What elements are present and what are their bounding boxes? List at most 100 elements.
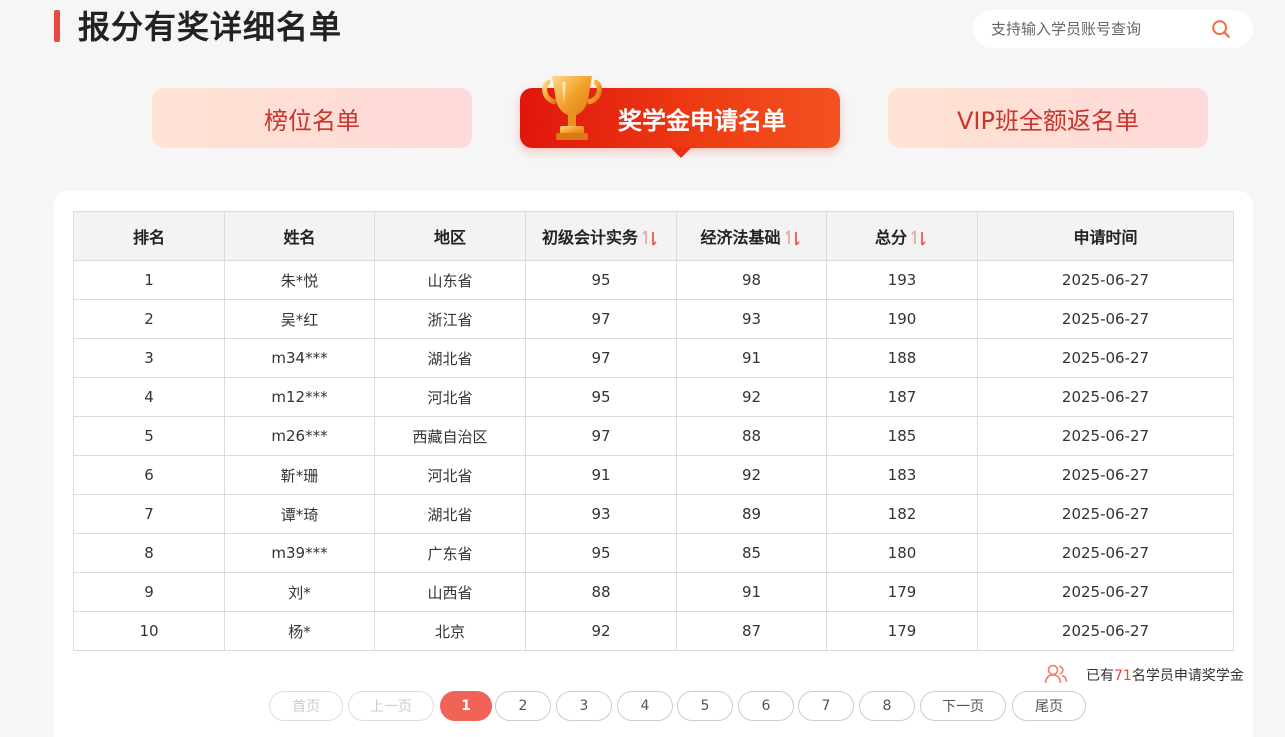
name-cell: 杨* [224, 611, 375, 651]
total-score-cell: 187 [826, 377, 978, 417]
sort-icon[interactable] [640, 228, 660, 248]
users-icon [1044, 664, 1068, 684]
name-cell: 谭*琦 [224, 494, 375, 534]
accounting-score-cell: 92 [525, 611, 677, 651]
applicant-count-text: 已有71名学员申请奖学金 [1086, 668, 1244, 684]
economic-law-score-cell: 98 [676, 260, 827, 300]
tab-label: 奖学金申请名单 [618, 106, 786, 135]
region-cell: 山西省 [374, 572, 526, 612]
page-button-2[interactable]: 2 [495, 691, 551, 721]
page-button-1[interactable]: 1 [440, 691, 492, 721]
page-button-3[interactable]: 3 [556, 691, 612, 721]
apply-time-cell: 2025-06-27 [977, 611, 1234, 651]
tab-vip-refund-list[interactable]: VIP班全额返名单 [888, 88, 1208, 148]
column-header-name: 姓名 [224, 211, 375, 261]
region-cell: 广东省 [374, 533, 526, 573]
list-card: 排名 姓名 地区 初级会计实务 经济法基础 总分 申请时间 1 朱*悦 山东省 95 9… [54, 191, 1253, 737]
name-cell: 吴*红 [224, 299, 375, 339]
total-score-cell: 188 [826, 338, 978, 378]
name-cell: m34*** [224, 338, 375, 378]
pagination: 首页 上一页 1 2 3 4 5 6 7 8 下一页 尾页 [54, 691, 1253, 723]
region-cell: 湖北省 [374, 338, 526, 378]
accounting-score-cell: 95 [525, 377, 677, 417]
economic-law-score-cell: 89 [676, 494, 827, 534]
apply-time-cell: 2025-06-27 [977, 299, 1234, 339]
tab-label: VIP班全额返名单 [957, 106, 1139, 135]
rank-cell: 6 [73, 455, 225, 495]
accounting-score-cell: 91 [525, 455, 677, 495]
apply-time-cell: 2025-06-27 [977, 533, 1234, 573]
prev-page-button[interactable]: 上一页 [348, 691, 434, 721]
apply-time-cell: 2025-06-27 [977, 260, 1234, 300]
economic-law-score-cell: 87 [676, 611, 827, 651]
column-header-apply-time: 申请时间 [977, 211, 1234, 261]
table-row: 8 m39*** 广东省 95 85 180 2025-06-27 [73, 533, 1234, 573]
accounting-score-cell: 95 [525, 260, 677, 300]
column-header-region: 地区 [374, 211, 526, 261]
economic-law-score-cell: 85 [676, 533, 827, 573]
name-cell: 朱*悦 [224, 260, 375, 300]
sort-icon[interactable] [909, 228, 929, 248]
name-cell: 刘* [224, 572, 375, 612]
column-header-accounting[interactable]: 初级会计实务 [525, 211, 677, 261]
page-button-7[interactable]: 7 [798, 691, 854, 721]
region-cell: 河北省 [374, 377, 526, 417]
total-score-cell: 183 [826, 455, 978, 495]
economic-law-score-cell: 92 [676, 455, 827, 495]
rank-cell: 9 [73, 572, 225, 612]
page-button-5[interactable]: 5 [677, 691, 733, 721]
total-score-cell: 179 [826, 572, 978, 612]
next-page-button[interactable]: 下一页 [920, 691, 1006, 721]
page-button-4[interactable]: 4 [617, 691, 673, 721]
table-body: 1 朱*悦 山东省 95 98 193 2025-06-27 2 吴*红 浙江省 97 93 190 20… [73, 260, 1234, 651]
economic-law-score-cell: 88 [676, 416, 827, 456]
table-row: 5 m26*** 西藏自治区 97 88 185 2025-06-27 [73, 416, 1234, 456]
title-accent-bar [54, 10, 60, 42]
applicant-count: 71 [1114, 668, 1132, 684]
region-cell: 北京 [374, 611, 526, 651]
region-cell: 湖北省 [374, 494, 526, 534]
total-score-cell: 182 [826, 494, 978, 534]
tab-bar: 榜位名单 奖学金申请名单 VIP班全额返名单 [0, 76, 1285, 168]
region-cell: 浙江省 [374, 299, 526, 339]
table-row: 3 m34*** 湖北省 97 91 188 2025-06-27 [73, 338, 1234, 378]
rank-cell: 3 [73, 338, 225, 378]
rank-cell: 10 [73, 611, 225, 651]
column-header-total[interactable]: 总分 [826, 211, 978, 261]
scholarship-table: 排名 姓名 地区 初级会计实务 经济法基础 总分 申请时间 1 朱*悦 山东省 95 9… [73, 211, 1234, 651]
region-cell: 西藏自治区 [374, 416, 526, 456]
page-button-6[interactable]: 6 [738, 691, 794, 721]
name-cell: m12*** [224, 377, 375, 417]
accounting-score-cell: 97 [525, 338, 677, 378]
apply-time-cell: 2025-06-27 [977, 494, 1234, 534]
apply-time-cell: 2025-06-27 [977, 377, 1234, 417]
economic-law-score-cell: 91 [676, 338, 827, 378]
last-page-button[interactable]: 尾页 [1012, 691, 1086, 721]
apply-time-cell: 2025-06-27 [977, 455, 1234, 495]
column-header-rank: 排名 [73, 211, 225, 261]
sort-icon[interactable] [783, 228, 803, 248]
search-icon[interactable] [1210, 18, 1232, 40]
apply-time-cell: 2025-06-27 [977, 416, 1234, 456]
table-row: 7 谭*琦 湖北省 93 89 182 2025-06-27 [73, 494, 1234, 534]
active-tab-pointer [670, 147, 692, 158]
total-score-cell: 180 [826, 533, 978, 573]
economic-law-score-cell: 92 [676, 377, 827, 417]
search-box [973, 10, 1253, 48]
rank-cell: 1 [73, 260, 225, 300]
tab-ranking-list[interactable]: 榜位名单 [152, 88, 472, 148]
rank-cell: 8 [73, 533, 225, 573]
table-row: 6 靳*珊 河北省 91 92 183 2025-06-27 [73, 455, 1234, 495]
name-cell: 靳*珊 [224, 455, 375, 495]
page-button-8[interactable]: 8 [859, 691, 915, 721]
first-page-button[interactable]: 首页 [269, 691, 343, 721]
name-cell: m26*** [224, 416, 375, 456]
column-header-economic-law[interactable]: 经济法基础 [676, 211, 827, 261]
header: 报分有奖详细名单 [0, 0, 1285, 60]
rank-cell: 4 [73, 377, 225, 417]
tab-label: 榜位名单 [264, 106, 360, 135]
accounting-score-cell: 97 [525, 299, 677, 339]
apply-time-cell: 2025-06-27 [977, 572, 1234, 612]
region-cell: 山东省 [374, 260, 526, 300]
search-input[interactable] [991, 16, 1211, 42]
